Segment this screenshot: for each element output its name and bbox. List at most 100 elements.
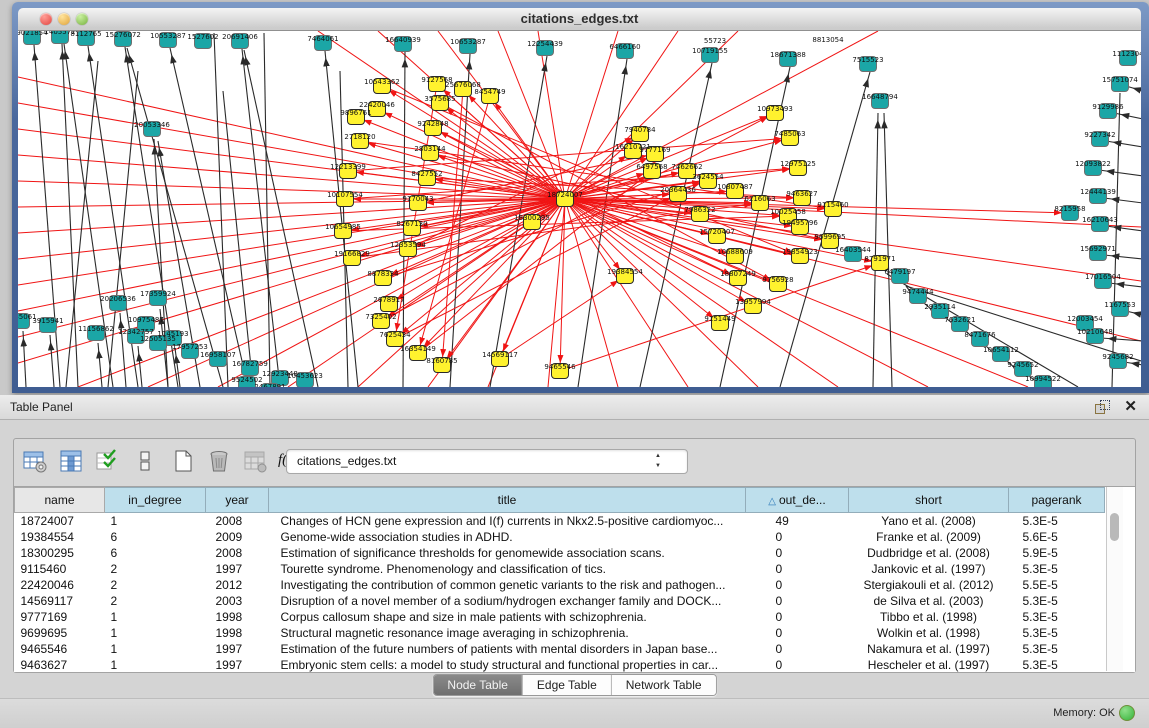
column-header-year[interactable]: year (206, 488, 269, 513)
table-settings-icon[interactable] (22, 448, 48, 474)
network-edge[interactable] (50, 335, 54, 387)
cell-title[interactable]: Corpus callosum shape and size in male p… (269, 609, 746, 625)
cell-title[interactable]: Structural magnetic resonance image aver… (269, 625, 746, 641)
cell-pagerank[interactable]: 5.3E-5 (1009, 593, 1105, 609)
table-row[interactable]: 1830029562008Estimation of significance … (15, 545, 1105, 561)
table-row[interactable]: 1938455462009Genome-wide association stu… (15, 529, 1105, 545)
cell-short[interactable]: Dudbridge et al. (2008) (849, 545, 1009, 561)
network-edge[interactable] (884, 113, 892, 387)
import-table-icon[interactable] (94, 448, 120, 474)
network-edge[interactable] (873, 113, 878, 387)
cell-year[interactable]: 1997 (206, 561, 269, 577)
cell-pagerank[interactable]: 5.3E-5 (1009, 641, 1105, 657)
cell-pagerank[interactable]: 5.3E-5 (1009, 625, 1105, 641)
cell-title[interactable]: Estimation of significance thresholds fo… (269, 545, 746, 561)
column-header-title[interactable]: title (269, 488, 746, 513)
delete-table-icon[interactable] (242, 448, 268, 474)
cell-name[interactable]: 22420046 (15, 577, 105, 593)
cell-short[interactable]: Yano et al. (2008) (849, 513, 1009, 530)
scrollbar-thumb[interactable] (1110, 513, 1119, 541)
cell-year[interactable]: 2003 (206, 593, 269, 609)
network-canvas[interactable]: 1872400710543362224200469896761271812012… (18, 31, 1141, 387)
cell-name[interactable]: 9115460 (15, 561, 105, 577)
window-titlebar[interactable]: citations_edges.txt (18, 8, 1141, 31)
network-edge[interactable] (325, 51, 358, 387)
cell-short[interactable]: Franke et al. (2009) (849, 529, 1009, 545)
cell-name[interactable]: 9463627 (15, 657, 105, 673)
network-edge[interactable] (906, 286, 1141, 361)
cell-short[interactable]: Tibbo et al. (1998) (849, 609, 1009, 625)
cell-title[interactable]: Disruption of a novel member of a sodium… (269, 593, 746, 609)
network-edge[interactable] (1109, 283, 1141, 287)
cell-year[interactable]: 1997 (206, 641, 269, 657)
delete-rows-icon[interactable] (206, 448, 232, 474)
table-row[interactable]: 946362711997Embryonic stem cells: a mode… (15, 657, 1105, 673)
cell-title[interactable]: Investigating the contribution of common… (269, 577, 746, 593)
cell-short[interactable]: de Silva et al. (2003) (849, 593, 1009, 609)
cell-in_degree[interactable]: 1 (105, 657, 206, 673)
cell-out_degree[interactable]: 49 (746, 513, 849, 530)
network-edge[interactable] (18, 155, 565, 199)
cell-pagerank[interactable]: 5.5E-5 (1009, 577, 1105, 593)
network-edge[interactable] (1104, 255, 1141, 259)
cell-out_degree[interactable]: 0 (746, 561, 849, 577)
table-row[interactable]: 1456911722003Disruption of a novel membe… (15, 593, 1105, 609)
network-edge[interactable] (18, 199, 565, 207)
cell-in_degree[interactable]: 2 (105, 593, 206, 609)
table-row[interactable]: 1872400712008Changes of HCN gene express… (15, 513, 1105, 530)
network-edge[interactable] (1099, 170, 1141, 176)
cell-out_degree[interactable]: 0 (746, 577, 849, 593)
cell-year[interactable]: 2012 (206, 577, 269, 593)
cell-pagerank[interactable]: 5.3E-5 (1009, 561, 1105, 577)
network-edge[interactable] (1104, 198, 1141, 203)
cell-in_degree[interactable]: 1 (105, 609, 206, 625)
cell-year[interactable]: 1998 (206, 609, 269, 625)
cell-name[interactable]: 14569117 (15, 593, 105, 609)
cell-out_degree[interactable]: 0 (746, 545, 849, 561)
cell-short[interactable]: Hescheler et al. (1997) (849, 657, 1009, 673)
column-header-in_degree[interactable]: in_degree (105, 488, 206, 513)
network-edge[interactable] (138, 346, 142, 387)
table-row[interactable]: 911546021997Tourette syndrome. Phenomeno… (15, 561, 1105, 577)
tab-node-table[interactable]: Node Table (433, 675, 522, 695)
cell-short[interactable]: Wolkin et al. (1998) (849, 625, 1009, 641)
tab-network-table[interactable]: Network Table (611, 675, 716, 695)
cell-in_degree[interactable]: 1 (105, 625, 206, 641)
cell-year[interactable]: 2008 (206, 513, 269, 530)
table-row[interactable]: 977716911998Corpus callosum shape and si… (15, 609, 1105, 625)
cell-out_degree[interactable]: 0 (746, 529, 849, 545)
column-header-name[interactable]: name (15, 488, 105, 513)
cell-year[interactable]: 2009 (206, 529, 269, 545)
cell-name[interactable]: 18724007 (15, 513, 105, 530)
network-edge[interactable] (640, 63, 712, 387)
column-header-short[interactable]: short (849, 488, 1009, 513)
table-scrollbar[interactable] (1106, 487, 1123, 671)
column-header-pagerank[interactable]: pagerank (1009, 488, 1105, 513)
close-panel-icon[interactable]: ✕ (1124, 397, 1137, 415)
column-header-out_degree[interactable]: △out_de... (746, 488, 849, 513)
cell-in_degree[interactable]: 1 (105, 641, 206, 657)
cell-pagerank[interactable]: 5.6E-5 (1009, 529, 1105, 545)
cell-year[interactable]: 1997 (206, 657, 269, 673)
cell-out_degree[interactable]: 0 (746, 609, 849, 625)
cell-short[interactable]: Jankovic et al. (1997) (849, 561, 1009, 577)
cell-in_degree[interactable]: 2 (105, 577, 206, 593)
cell-short[interactable]: Stergiakouli et al. (2012) (849, 577, 1009, 593)
network-edge[interactable] (442, 199, 565, 365)
cell-pagerank[interactable]: 5.3E-5 (1009, 609, 1105, 625)
network-edge[interactable] (348, 138, 790, 171)
cell-pagerank[interactable]: 5.3E-5 (1009, 513, 1105, 530)
cell-out_degree[interactable]: 0 (746, 593, 849, 609)
network-edge[interactable] (1114, 113, 1141, 119)
tab-edge-table[interactable]: Edge Table (522, 675, 611, 695)
network-edge[interactable] (18, 199, 565, 259)
cell-in_degree[interactable]: 1 (105, 513, 206, 530)
memory-ok-icon[interactable] (1119, 705, 1135, 721)
network-edge[interactable] (23, 331, 26, 387)
cell-title[interactable]: Tourette syndrome. Phenomenology and cla… (269, 561, 746, 577)
network-edge[interactable] (1106, 141, 1141, 147)
cell-name[interactable]: 9465546 (15, 641, 105, 657)
network-edge[interactable] (98, 343, 102, 387)
cell-title[interactable]: Embryonic stem cells: a model to study s… (269, 657, 746, 673)
network-edge[interactable] (34, 45, 60, 387)
